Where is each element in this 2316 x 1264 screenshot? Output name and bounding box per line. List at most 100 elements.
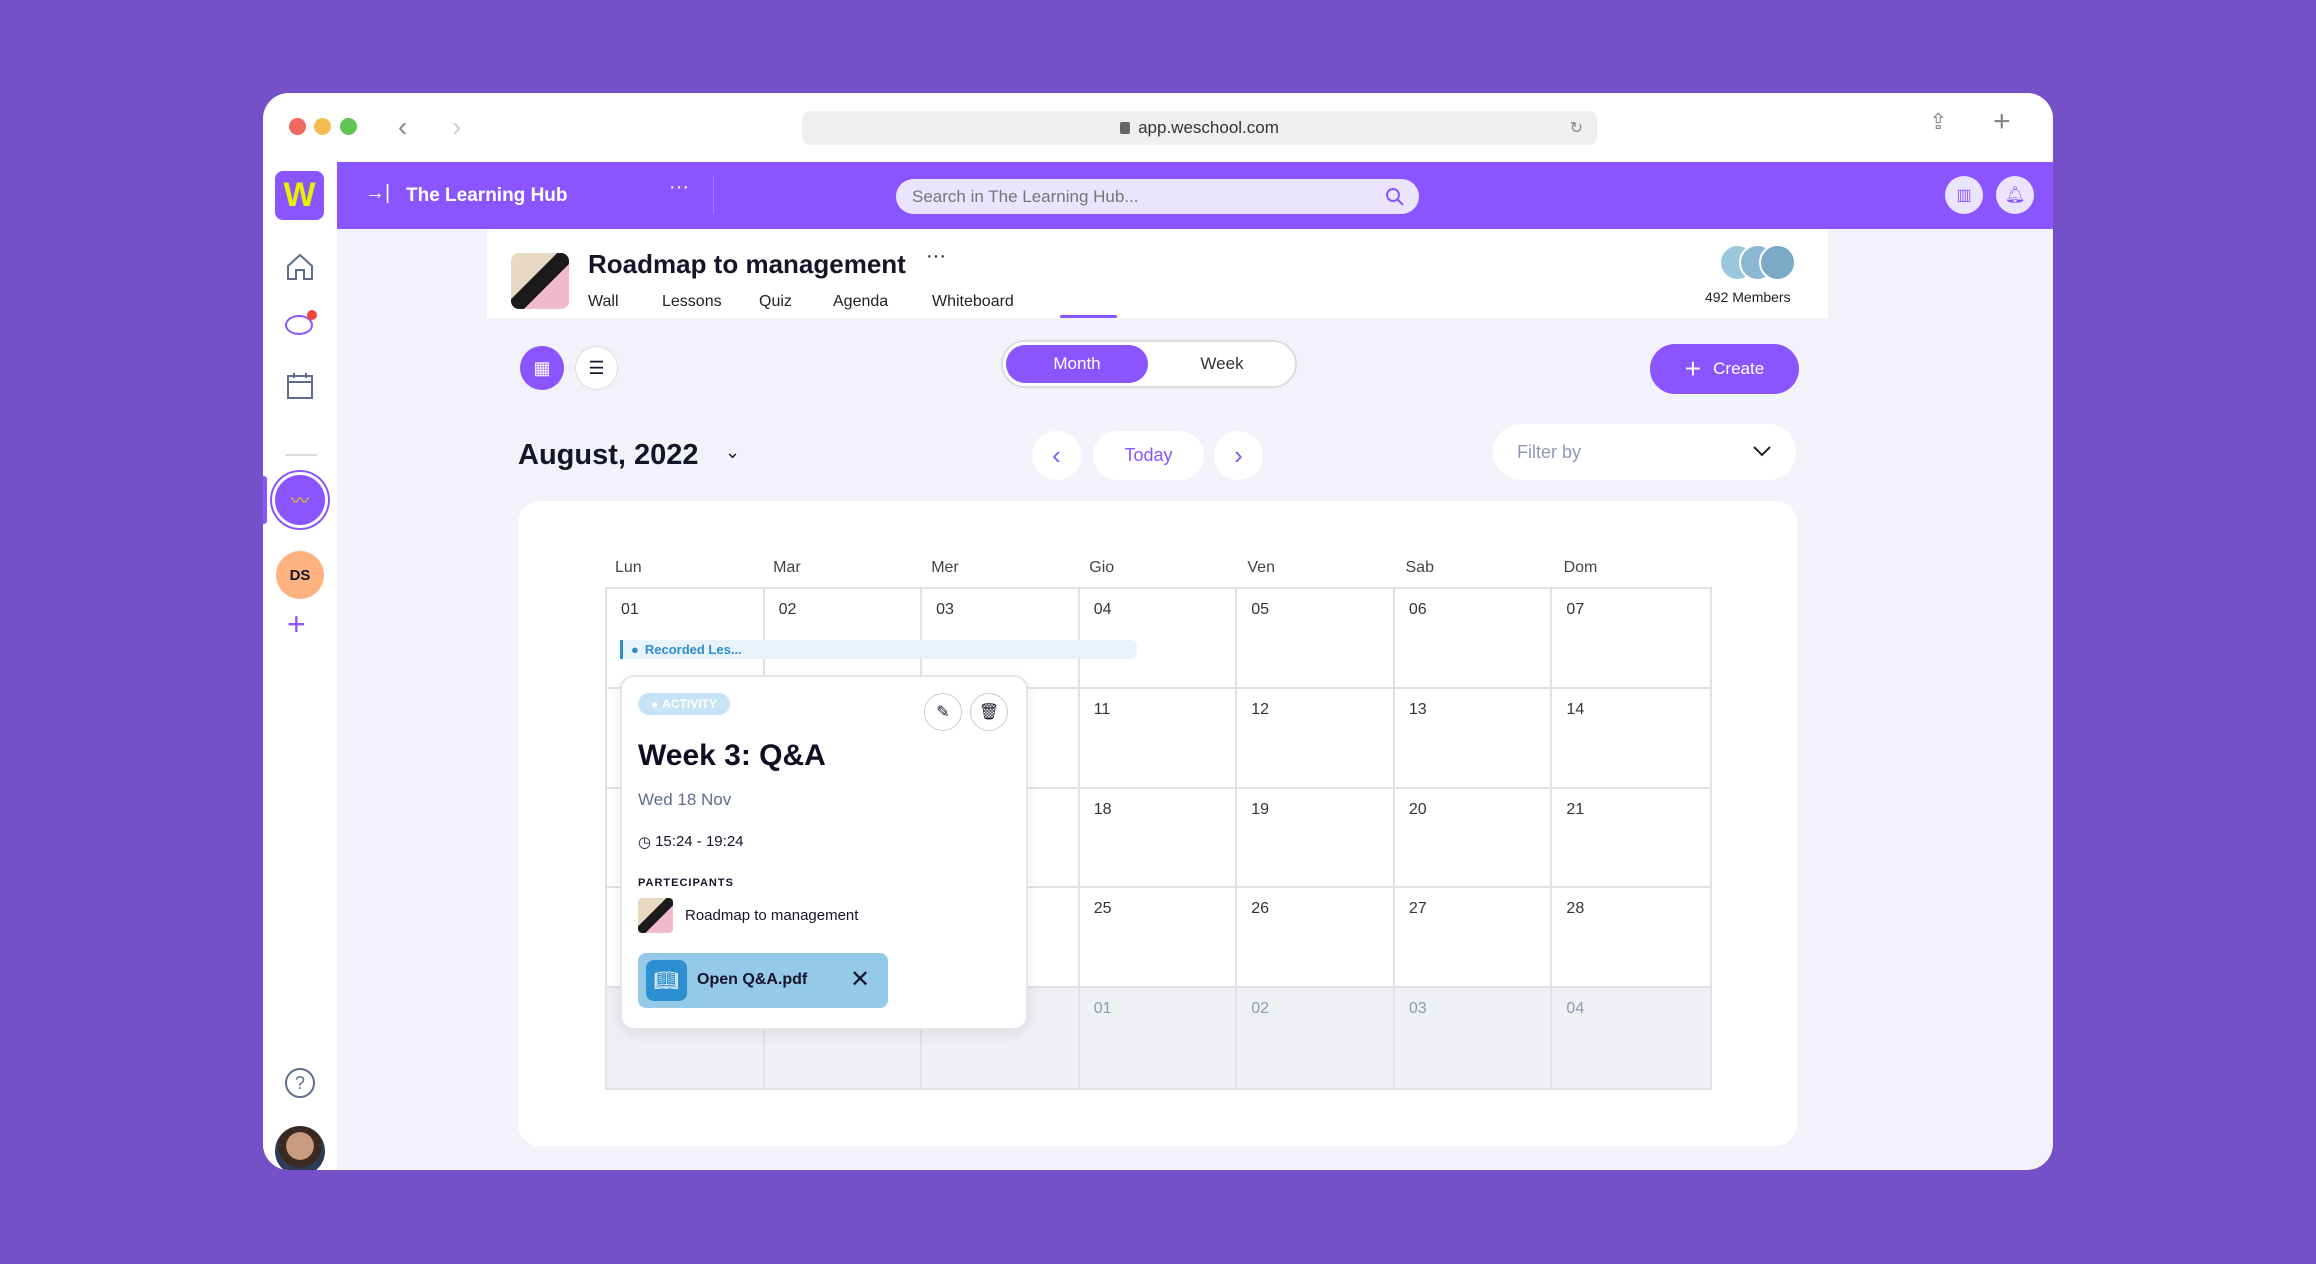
chevron-down-icon [1753,446,1771,457]
course-header: Roadmap to management ··· Wall Lessons Q… [487,229,1828,318]
maximize-window-button[interactable] [340,118,357,135]
participants-label: PARTECIPANTS [638,877,734,889]
user-avatar[interactable] [275,1126,325,1170]
weschool-logo[interactable]: W [275,171,324,220]
pencil-icon: ✎ [936,704,950,721]
filter-placeholder: Filter by [1517,442,1582,462]
day-cell[interactable]: 02 [764,589,923,689]
week-view-button[interactable]: Week [1151,345,1293,383]
day-cell[interactable]: 20 [1394,788,1553,889]
day-cell[interactable]: 01 [1079,988,1238,1088]
add-group-icon[interactable]: + [287,606,306,643]
reload-icon[interactable]: ↻ [1570,118,1583,138]
day-cell[interactable]: 26 [1237,888,1395,989]
group-avatar-ds[interactable]: DS [276,551,324,599]
next-month-button[interactable]: › [1214,431,1263,480]
edit-button[interactable]: ✎ [924,693,962,731]
participant-name: Roadmap to management [685,907,859,924]
day-cell[interactable]: 13 [1394,688,1553,789]
month-dropdown-chevron-icon[interactable]: ⌄ [725,442,740,463]
event-title: Week 3: Q&A [638,739,826,772]
day-cell[interactable]: 25 [1079,888,1238,989]
day-cell[interactable]: 07 [1552,589,1710,689]
space-menu-icon[interactable]: ··· [669,176,689,199]
space-name[interactable]: The Learning Hub [406,185,568,207]
stopwatch-icon: ● [631,642,639,657]
top-header: →| The Learning Hub ··· ▥ 🔔︎ [337,162,2053,229]
create-label: Create [1713,359,1765,378]
close-window-button[interactable] [289,118,306,135]
weekday-header: Mer [931,559,959,576]
active-indicator [263,476,267,524]
day-cell[interactable]: 19 [1237,788,1395,889]
list-view-button[interactable]: ☰ [575,346,618,390]
tab-agenda[interactable]: Agenda [833,293,888,311]
app-sidebar: W 〰 DS + ? [263,162,337,1170]
day-cell[interactable]: 04 [1079,589,1238,689]
active-tab-underline [1060,315,1117,318]
book-icon: 📖︎ [646,960,687,1001]
help-icon[interactable]: ? [285,1068,315,1098]
back-icon[interactable]: ‹ [398,111,407,143]
day-cell[interactable]: 04 [1552,988,1710,1088]
tab-whiteboard[interactable]: Whiteboard [932,293,1014,311]
lock-icon [1120,122,1131,134]
search-icon[interactable] [1385,187,1405,207]
course-image [511,253,569,309]
day-cell[interactable]: 28 [1552,888,1710,989]
minimize-window-button[interactable] [314,118,331,135]
day-cell[interactable]: 02 [1237,988,1395,1088]
day-cell[interactable]: 27 [1394,888,1553,989]
browser-toolbar: ‹ › app.weschool.com ↻ ⇪ + [263,93,2053,162]
tab-lessons[interactable]: Lessons [662,293,722,311]
browser-window: ‹ › app.weschool.com ↻ ⇪ + W 〰 DS + ? →|… [263,93,2053,1170]
filter-dropdown[interactable]: Filter by [1493,424,1796,480]
open-attachment-button[interactable]: 📖︎ Open Q&A.pdf ✕ [638,953,888,1008]
month-view-button[interactable]: Month [1006,345,1148,383]
tab-wall[interactable]: Wall [588,293,619,311]
search-bar[interactable] [896,179,1419,214]
members-count[interactable]: 492 Members [1705,289,1791,305]
day-cell[interactable]: 01 [607,589,765,689]
tab-quiz[interactable]: Quiz [759,293,792,311]
new-tab-icon[interactable]: + [1993,105,2011,139]
share-icon[interactable]: ⇪ [1929,109,1947,135]
today-button[interactable]: Today [1093,431,1204,480]
day-cell[interactable]: 18 [1079,788,1238,889]
notifications-bell-icon[interactable]: 🔔︎ [1996,176,2034,214]
address-bar[interactable]: app.weschool.com ↻ [802,111,1597,145]
delete-button[interactable]: 🗑︎ [970,693,1008,731]
prev-month-button[interactable]: ‹ [1032,431,1081,480]
day-cell[interactable]: 03 [922,589,1080,689]
day-cell[interactable]: 12 [1237,688,1395,789]
search-input[interactable] [896,179,1356,214]
create-button[interactable]: + Create [1650,344,1799,394]
event-bar-recorded-lesson[interactable]: ● Recorded Les... [620,640,1137,659]
member-avatars[interactable] [1719,244,1799,281]
course-menu-icon[interactable]: ··· [926,245,946,268]
url-text: app.weschool.com [1138,118,1279,137]
day-cell[interactable]: 11 [1079,688,1238,789]
grid-view-button[interactable]: ▦ [520,346,564,390]
day-cell[interactable]: 05 [1237,589,1395,689]
day-cell[interactable]: 14 [1552,689,1710,789]
month-label[interactable]: August, 2022 [518,439,699,472]
day-cell[interactable]: 06 [1394,589,1553,689]
attachment-label: Open Q&A.pdf [697,971,808,988]
home-icon[interactable] [285,252,315,282]
day-cell[interactable]: 03 [1394,988,1553,1088]
weekday-header: Dom [1563,559,1598,576]
group-avatar-active[interactable]: 〰 [272,472,328,528]
forward-icon[interactable]: › [452,111,461,143]
event-time: ◷ 15:24 - 19:24 [638,833,744,851]
stats-icon[interactable]: ▥ [1945,176,1983,214]
chat-icon[interactable] [283,309,319,341]
weekday-header: Gio [1089,559,1115,576]
calendar-icon[interactable] [285,371,315,401]
day-cell[interactable]: 21 [1552,789,1710,889]
weekday-header: Sab [1405,559,1434,576]
clock-icon: ◷ [638,834,652,851]
course-title: Roadmap to management [588,249,906,279]
expand-sidebar-icon[interactable]: →| [365,182,390,205]
close-icon[interactable]: ✕ [850,965,870,994]
